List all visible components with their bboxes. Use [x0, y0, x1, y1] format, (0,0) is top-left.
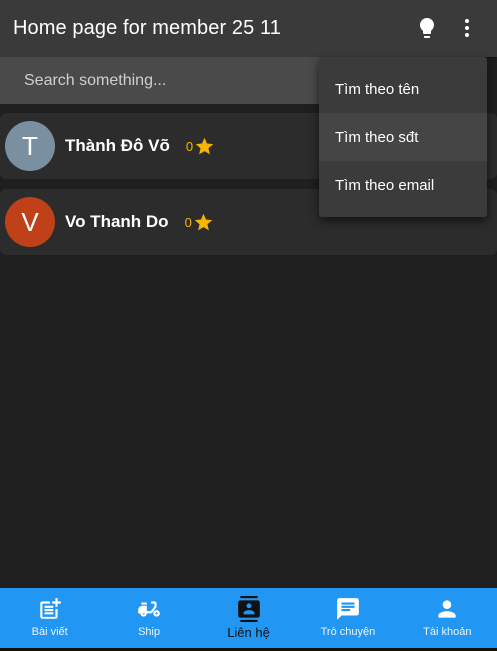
more-vert-icon[interactable] — [455, 16, 479, 40]
nav-item-account[interactable]: Tài khoản — [398, 588, 497, 648]
lightbulb-icon[interactable] — [415, 16, 439, 40]
menu-item-search-by-email[interactable]: Tìm theo email — [319, 161, 487, 209]
menu-item-search-by-phone[interactable]: Tìm theo sđt — [319, 113, 487, 161]
app-bar: Home page for member 25 11 — [0, 0, 497, 57]
nav-label: Bài viết — [31, 626, 68, 638]
page-title: Home page for member 25 11 — [13, 17, 281, 39]
nav-label: Liên hệ — [227, 625, 270, 640]
nav-item-contacts[interactable]: Liên hệ — [199, 588, 298, 648]
nav-label: Trò chuyện — [320, 626, 376, 638]
nav-label: Ship — [138, 626, 161, 638]
star-icon — [194, 213, 213, 230]
search-options-menu: Tìm theo tên Tìm theo sđt Tìm theo email — [319, 57, 487, 217]
contacts-icon — [237, 596, 260, 622]
search-bar[interactable] — [0, 57, 360, 104]
nav-item-chat[interactable]: Trò chuyện — [298, 588, 397, 648]
avatar: T — [5, 121, 55, 171]
avatar: V — [5, 197, 55, 247]
avatar-initial: T — [22, 130, 38, 161]
nav-item-posts[interactable]: Bài viết — [0, 588, 99, 648]
chat-icon — [337, 598, 359, 620]
avatar-initial: V — [21, 206, 39, 237]
contact-name: Vo Thanh Do — [65, 212, 169, 231]
star-icon — [195, 137, 214, 154]
star-count: 0 — [184, 214, 192, 230]
menu-item-search-by-name[interactable]: Tìm theo tên — [319, 65, 487, 113]
nav-item-ship[interactable]: Ship — [99, 588, 198, 648]
nav-label: Tài khoản — [423, 626, 472, 638]
scooter-icon — [138, 601, 160, 617]
person-icon — [438, 600, 456, 618]
post-add-icon — [39, 598, 61, 619]
contact-name: Thành Đô Võ — [65, 136, 170, 155]
star-count: 0 — [185, 138, 194, 154]
bottom-navigation: Bài viết Ship Liên hệ Trò chuyện Tài kho… — [0, 588, 497, 648]
search-input[interactable] — [22, 70, 326, 91]
